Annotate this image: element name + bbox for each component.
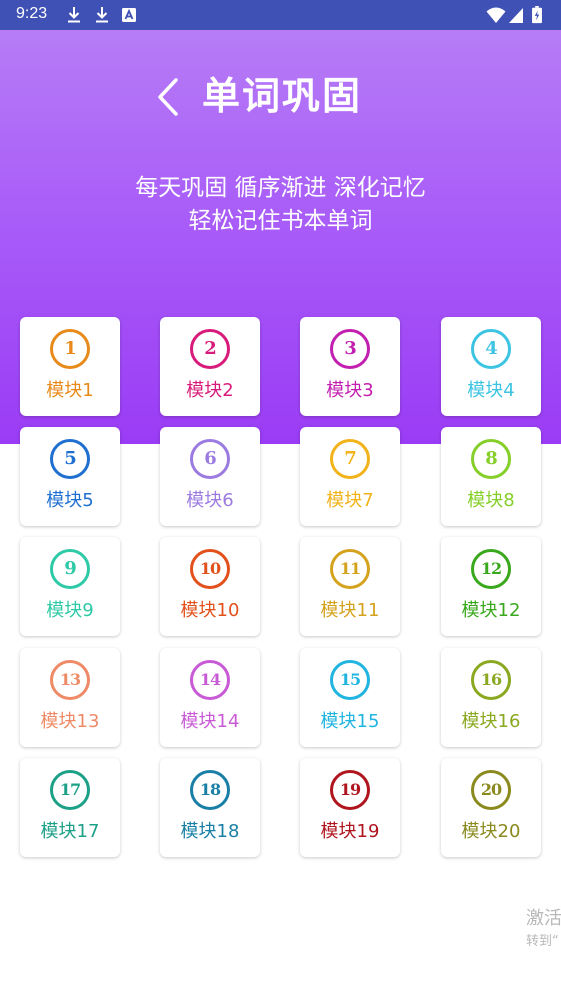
page-title: 单词巩固 xyxy=(202,74,363,118)
module-card-8[interactable]: 8 模块8 xyxy=(441,427,541,526)
module-number-badge: 14 xyxy=(190,660,230,700)
status-bar: 9:23 xyxy=(0,0,561,30)
module-number-badge: 8 xyxy=(471,439,511,479)
module-label: 模块9 xyxy=(46,600,94,621)
module-card-11[interactable]: 11 模块11 xyxy=(300,537,400,636)
module-card-3[interactable]: 3 模块3 xyxy=(300,317,400,416)
module-number-badge: 12 xyxy=(471,549,511,589)
module-label: 模块3 xyxy=(326,380,374,401)
activation-watermark-hint: 转到“ xyxy=(526,934,559,949)
module-number-badge: 7 xyxy=(330,439,370,479)
module-label: 模块6 xyxy=(186,490,234,511)
module-card-17[interactable]: 17 模块17 xyxy=(20,758,120,857)
app-notification-icon xyxy=(122,8,136,22)
module-label: 模块2 xyxy=(186,380,234,401)
module-number-badge: 5 xyxy=(50,439,90,479)
tagline-line-1: 每天巩固 循序渐进 深化记忆 xyxy=(135,175,426,201)
module-label: 模块7 xyxy=(326,490,374,511)
module-label: 模块17 xyxy=(40,821,100,842)
cellular-signal-icon xyxy=(509,8,523,23)
module-number-badge: 19 xyxy=(330,770,370,810)
module-number-badge: 9 xyxy=(50,549,90,589)
module-card-1[interactable]: 1 模块1 xyxy=(20,317,120,416)
module-card-4[interactable]: 4 模块4 xyxy=(441,317,541,416)
module-label: 模块13 xyxy=(40,711,100,732)
module-card-5[interactable]: 5 模块5 xyxy=(20,427,120,526)
module-label: 模块18 xyxy=(180,821,240,842)
module-number-badge: 18 xyxy=(190,770,230,810)
module-number-badge: 1 xyxy=(50,329,90,369)
module-number-badge: 6 xyxy=(190,439,230,479)
module-card-7[interactable]: 7 模块7 xyxy=(300,427,400,526)
battery-charging-icon xyxy=(532,6,542,24)
module-label: 模块8 xyxy=(467,490,515,511)
module-card-2[interactable]: 2 模块2 xyxy=(160,317,260,416)
module-label: 模块20 xyxy=(461,821,521,842)
module-label: 模块16 xyxy=(461,711,521,732)
back-button[interactable] xyxy=(148,70,188,122)
module-card-19[interactable]: 19 模块19 xyxy=(300,758,400,857)
module-card-12[interactable]: 12 模块12 xyxy=(441,537,541,636)
download-icon xyxy=(68,7,80,23)
module-card-13[interactable]: 13 模块13 xyxy=(20,648,120,747)
tagline-line-2: 轻松记住书本单词 xyxy=(188,208,373,234)
module-number-badge: 11 xyxy=(330,549,370,589)
module-card-10[interactable]: 10 模块10 xyxy=(160,537,260,636)
module-card-9[interactable]: 9 模块9 xyxy=(20,537,120,636)
module-number-badge: 15 xyxy=(330,660,370,700)
module-number-badge: 10 xyxy=(190,549,230,589)
chevron-left-icon xyxy=(158,78,178,116)
module-label: 模块11 xyxy=(320,600,380,621)
module-card-20[interactable]: 20 模块20 xyxy=(441,758,541,857)
module-label: 模块10 xyxy=(180,600,240,621)
module-card-15[interactable]: 15 模块15 xyxy=(300,648,400,747)
module-card-18[interactable]: 18 模块18 xyxy=(160,758,260,857)
wifi-icon xyxy=(486,7,506,23)
module-number-badge: 4 xyxy=(471,329,511,369)
module-label: 模块15 xyxy=(320,711,380,732)
module-label: 模块4 xyxy=(467,380,515,401)
module-label: 模块12 xyxy=(461,600,521,621)
module-number-badge: 2 xyxy=(190,329,230,369)
module-card-16[interactable]: 16 模块16 xyxy=(441,648,541,747)
module-number-badge: 20 xyxy=(471,770,511,810)
module-label: 模块1 xyxy=(46,380,94,401)
status-time: 9:23 xyxy=(16,5,48,22)
module-number-badge: 16 xyxy=(471,660,511,700)
module-label: 模块5 xyxy=(46,490,94,511)
module-number-badge: 13 xyxy=(50,660,90,700)
module-number-badge: 3 xyxy=(330,329,370,369)
module-number-badge: 17 xyxy=(50,770,90,810)
activation-watermark: 激活 xyxy=(526,908,561,929)
module-card-14[interactable]: 14 模块14 xyxy=(160,648,260,747)
module-label: 模块19 xyxy=(320,821,380,842)
download-icon xyxy=(96,7,108,23)
module-label: 模块14 xyxy=(180,711,240,732)
module-card-6[interactable]: 6 模块6 xyxy=(160,427,260,526)
